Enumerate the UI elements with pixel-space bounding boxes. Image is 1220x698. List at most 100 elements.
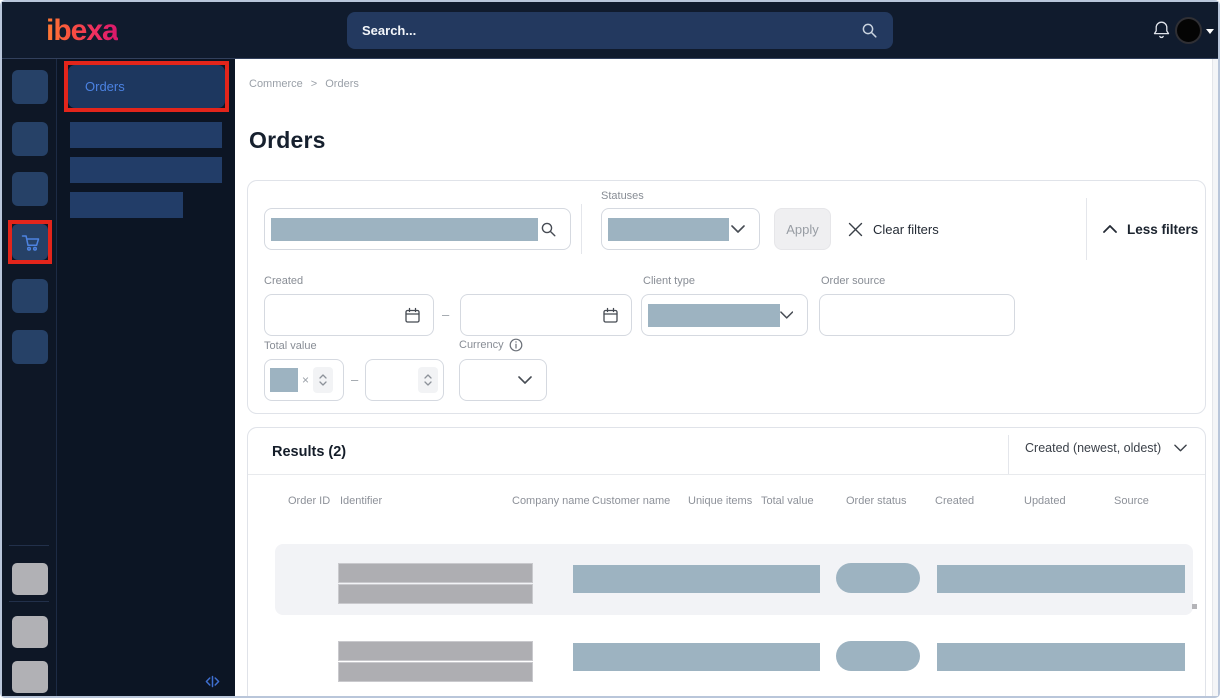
sidebar-collapse-icon[interactable] <box>204 674 221 689</box>
clear-filters-label: Clear filters <box>873 221 939 237</box>
rail-item-2[interactable] <box>12 122 48 156</box>
number-stepper[interactable] <box>418 367 438 393</box>
scrollbar[interactable] <box>1212 59 1218 696</box>
rail-item-commerce[interactable] <box>12 224 48 260</box>
notifications-bell-icon[interactable] <box>1152 20 1171 41</box>
customer-placeholder <box>573 643 820 671</box>
col-order-status: Order status <box>846 495 907 507</box>
breadcrumb-orders[interactable]: Orders <box>325 78 359 90</box>
col-total-value: Total value <box>761 495 814 507</box>
calendar-icon <box>603 307 618 323</box>
close-icon <box>848 222 863 236</box>
statuses-dropdown[interactable] <box>601 208 760 250</box>
col-identifier: Identifier <box>340 495 383 507</box>
info-icon[interactable] <box>509 338 523 352</box>
client-type-value-placeholder <box>648 303 780 327</box>
currency-label-group: Currency <box>459 338 523 352</box>
filter-search-input[interactable] <box>264 208 571 250</box>
col-customer-name: Customer name <box>592 495 671 507</box>
total-value-min-placeholder <box>270 368 298 392</box>
identifier-placeholder <box>338 641 533 661</box>
clear-value-icon[interactable]: × <box>302 373 309 387</box>
identifier-placeholder <box>338 563 533 583</box>
ibexa-logo[interactable]: ibexa <box>46 14 119 48</box>
total-value-label: Total value <box>264 340 317 352</box>
sidebar-item-placeholder[interactable] <box>70 157 222 183</box>
top-bar: ibexa Search... <box>2 2 1218 59</box>
results-title: Results (2) <box>272 444 347 460</box>
stepper-arrows-icon <box>319 374 327 386</box>
order-source-input[interactable] <box>819 294 1015 336</box>
scroll-artifact <box>1192 604 1197 609</box>
rail-bottom-item-1[interactable] <box>12 563 48 595</box>
search-placeholder: Search... <box>362 23 417 38</box>
customer-placeholder <box>573 565 820 593</box>
chevron-down-icon <box>1174 444 1187 452</box>
chevron-down-icon <box>518 376 532 384</box>
statuses-value-placeholder <box>608 217 729 241</box>
chevron-up-icon <box>1103 225 1117 233</box>
client-type-label: Client type <box>643 275 695 287</box>
col-company-name: Company name <box>512 495 590 507</box>
user-avatar[interactable] <box>1175 17 1202 44</box>
filters-panel: Statuses Apply Clear filters Less filter… <box>247 180 1206 414</box>
col-unique-items: Unique items <box>688 495 753 507</box>
col-updated: Updated <box>1024 495 1066 507</box>
chevron-down-icon <box>779 311 793 319</box>
statuses-label: Statuses <box>601 190 644 202</box>
table-row[interactable] <box>275 544 1193 615</box>
results-header-divider <box>248 474 1205 475</box>
sidebar-item-placeholder[interactable] <box>70 192 183 218</box>
filter-divider <box>1086 198 1087 260</box>
sidebar-item-placeholder[interactable] <box>70 122 222 148</box>
currency-dropdown[interactable] <box>459 359 547 401</box>
dates-source-placeholder <box>937 643 1185 671</box>
page-title: Orders <box>249 127 326 153</box>
results-panel: Results (2) Created (newest, oldest) Ord… <box>247 427 1206 696</box>
clear-filters-button[interactable]: Clear filters <box>848 208 939 250</box>
total-value-max-input[interactable] <box>365 359 444 401</box>
sort-dropdown[interactable]: Created (newest, oldest) <box>1025 441 1187 455</box>
rail-item-1[interactable] <box>12 70 48 104</box>
secondary-sidebar: Orders <box>57 59 235 696</box>
rail-item-3[interactable] <box>12 172 48 206</box>
breadcrumb-commerce[interactable]: Commerce <box>249 78 303 90</box>
col-source: Source <box>1114 495 1149 507</box>
orders-admin-page: { "topbar": { "logo": "ibexa", "search":… <box>0 0 1220 698</box>
col-created: Created <box>935 495 975 507</box>
order-status-badge <box>836 641 920 671</box>
results-divider <box>1008 435 1009 475</box>
rail-bottom-item-3[interactable] <box>12 661 48 693</box>
number-stepper[interactable] <box>313 367 334 393</box>
global-search-input[interactable]: Search... <box>347 12 893 49</box>
rail-item-6[interactable] <box>12 330 48 364</box>
sidebar-item-orders[interactable]: Orders <box>68 65 225 108</box>
rail-bottom-item-2[interactable] <box>12 616 48 648</box>
dates-source-placeholder <box>937 565 1185 593</box>
created-to-date-input[interactable] <box>460 294 632 336</box>
currency-label: Currency <box>459 339 504 351</box>
client-type-dropdown[interactable] <box>641 294 808 336</box>
rail-item-5[interactable] <box>12 279 48 313</box>
icon-rail <box>2 59 57 696</box>
filter-search-value-placeholder <box>271 217 538 241</box>
total-value-min-input[interactable]: × <box>264 359 344 401</box>
sort-label: Created (newest, oldest) <box>1025 441 1162 455</box>
col-order-id: Order ID <box>288 495 331 507</box>
stepper-arrows-icon <box>424 374 432 386</box>
chevron-down-icon <box>731 225 745 233</box>
filter-divider <box>581 204 582 254</box>
calendar-icon <box>405 307 420 323</box>
identifier-placeholder <box>338 584 533 604</box>
created-from-date-input[interactable] <box>264 294 434 336</box>
main-content: Commerce > Orders Orders Statuses Apply … <box>235 59 1218 696</box>
shopping-cart-icon <box>21 234 39 251</box>
table-header-row: Order ID Identifier Company name Custome… <box>288 494 1184 508</box>
created-label: Created <box>264 275 304 287</box>
less-filters-button[interactable]: Less filters <box>1103 208 1198 250</box>
apply-button[interactable]: Apply <box>774 208 831 250</box>
breadcrumb: Commerce > Orders <box>249 78 359 90</box>
rail-divider <box>9 545 49 546</box>
user-menu-caret-icon[interactable] <box>1206 29 1214 34</box>
table-row[interactable] <box>275 633 1193 696</box>
